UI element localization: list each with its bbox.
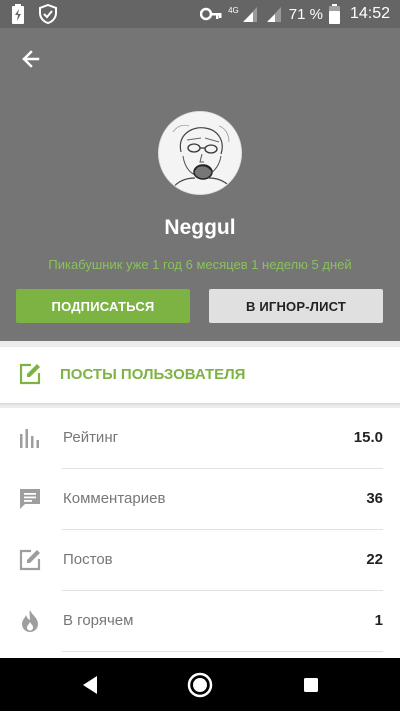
back-button[interactable] — [16, 44, 46, 74]
stat-row-hot: В горячем 1 — [0, 591, 400, 652]
fire-icon — [22, 610, 38, 632]
cell-signal-icon-2 — [266, 7, 281, 22]
stat-value: 1 — [374, 612, 383, 629]
user-posts-label: ПОСТЫ ПОЛЬЗОВАТЕЛЯ — [60, 366, 246, 383]
stat-label: Постов — [63, 551, 113, 568]
member-since-text: Пикабушник уже 1 год 6 месяцев 1 неделю … — [48, 257, 352, 272]
ignore-list-button[interactable]: В ИГНОР-ЛИСТ — [209, 289, 383, 323]
nav-back-button[interactable] — [77, 671, 105, 699]
bar-chart-icon — [20, 429, 39, 448]
battery-charging-icon — [12, 4, 24, 24]
system-nav-bar — [0, 658, 400, 711]
battery-percent: 71 % — [288, 5, 323, 23]
clock: 14:52 — [349, 5, 390, 22]
stat-row-rating: Рейтинг 15.0 — [0, 408, 400, 469]
stat-row-posts: Постов 22 — [0, 530, 400, 591]
avatar-sketch-icon — [159, 112, 241, 194]
status-bar-left — [12, 4, 58, 24]
triangle-back-icon — [83, 676, 97, 694]
square-recents-icon — [304, 678, 318, 692]
edit-icon — [19, 363, 41, 385]
edit-icon — [19, 549, 41, 571]
arrow-left-icon — [22, 50, 40, 68]
cell-signal-icon — [242, 7, 257, 22]
stats-list: Рейтинг 15.0 Комментариев 36 Постов 22 В… — [0, 408, 400, 658]
username: Neggul — [164, 216, 236, 239]
network-type-label: 4G — [228, 5, 239, 15]
status-bar: 4G 71 % 14:52 — [0, 0, 400, 28]
stat-row-comments: Комментариев 36 — [0, 469, 400, 530]
stat-value: 36 — [366, 490, 383, 507]
stat-label: В горячем — [63, 612, 134, 629]
battery-icon — [328, 4, 340, 24]
stat-value: 22 — [366, 551, 383, 568]
nav-recents-button[interactable] — [297, 671, 325, 699]
nav-home-button[interactable] — [186, 671, 214, 699]
status-bar-right: 4G 71 % 14:52 — [200, 4, 390, 24]
avatar[interactable] — [158, 111, 242, 195]
vpn-key-icon — [200, 7, 222, 21]
user-posts-link[interactable]: ПОСТЫ ПОЛЬЗОВАТЕЛЯ — [0, 347, 400, 403]
stat-value: 15.0 — [353, 429, 383, 446]
shield-check-icon — [39, 4, 57, 24]
divider — [62, 651, 383, 652]
stat-label: Рейтинг — [63, 429, 119, 446]
profile-header: Neggul Пикабушник уже 1 год 6 месяцев 1 … — [0, 28, 400, 341]
comment-icon — [20, 489, 40, 509]
stat-label: Комментариев — [63, 490, 166, 507]
subscribe-button[interactable]: ПОДПИСАТЬСЯ — [16, 289, 190, 323]
circle-home-icon — [187, 672, 213, 698]
